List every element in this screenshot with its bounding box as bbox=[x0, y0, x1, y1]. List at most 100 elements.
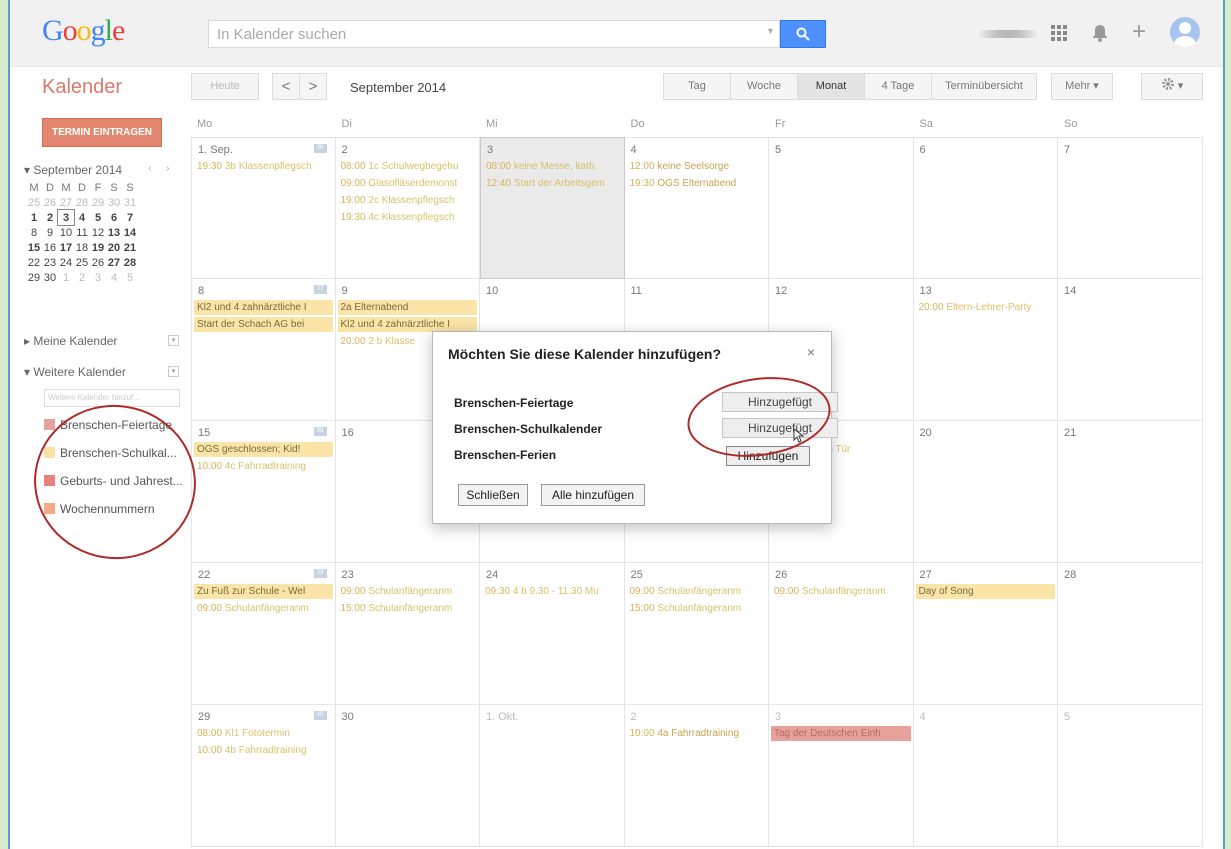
mini-day[interactable]: 30 bbox=[106, 195, 122, 210]
event-chip[interactable]: 09:00 Schulanfängeranm bbox=[338, 584, 478, 599]
event-chip[interactable]: 08:00 keine Messe, kath. bbox=[483, 159, 622, 174]
day-cell[interactable]: 3 08:00 keine Messe, kath. 12:40 Start der… bbox=[480, 137, 625, 279]
view-month-button[interactable]: Monat bbox=[797, 73, 865, 100]
day-cell[interactable]: 5 bbox=[769, 137, 914, 279]
event-chip[interactable]: 19:00 2c Klassenpflegsch bbox=[338, 193, 478, 208]
my-calendars-menu-icon[interactable]: ▾ bbox=[168, 335, 179, 346]
day-cell[interactable]: 28 bbox=[1058, 563, 1203, 705]
mini-day[interactable]: 28 bbox=[74, 195, 90, 210]
day-cell[interactable]: 1. Sep. 36 19:30 3b Klassenpflegsch bbox=[191, 137, 336, 279]
day-cell[interactable]: 22 39 Zu Fuß zur Schule - Wel 09:00 Schulan… bbox=[191, 563, 336, 705]
mini-day[interactable]: 1 bbox=[58, 270, 74, 285]
event-chip[interactable]: 19:30 OGS Elternabend bbox=[627, 176, 767, 191]
event-chip[interactable]: 10:00 4a Fahrradtraining bbox=[627, 726, 767, 741]
mini-day[interactable]: 21 bbox=[122, 240, 138, 255]
prev-month-button[interactable]: < bbox=[272, 73, 300, 100]
close-dialog-button[interactable]: Schließen bbox=[458, 484, 528, 506]
event-chip[interactable]: 08:00 1c Schulwegbegehu bbox=[338, 159, 478, 174]
add-all-button[interactable]: Alle hinzufügen bbox=[541, 484, 645, 506]
mini-day[interactable]: 4 bbox=[74, 210, 90, 225]
mini-day[interactable]: 23 bbox=[42, 255, 58, 270]
mini-day[interactable]: 17 bbox=[58, 240, 74, 255]
mini-day[interactable]: 25 bbox=[74, 255, 90, 270]
event-chip[interactable]: 19:30 3b Klassenpflegsch bbox=[194, 159, 333, 174]
search-dropdown-icon[interactable]: ▾ bbox=[768, 26, 773, 37]
mini-day[interactable]: 28 bbox=[122, 255, 138, 270]
day-cell[interactable]: 7 bbox=[1058, 137, 1203, 279]
other-calendars-menu-icon[interactable]: ▾ bbox=[168, 366, 179, 377]
event-chip[interactable]: 15:00 Schulanfängeranm bbox=[338, 601, 478, 616]
event-chip[interactable]: 20:00 Eltern-Lehrer-Party bbox=[916, 300, 1056, 315]
day-cell[interactable]: 1. Okt. bbox=[480, 705, 625, 847]
mini-day[interactable]: 15 bbox=[26, 240, 42, 255]
event-chip[interactable]: 19:30 4c Klassenpflegsch bbox=[338, 210, 478, 225]
event-chip[interactable]: 15:00 Schulanfängeranm bbox=[627, 601, 767, 616]
search-input[interactable]: In Kalender suchen ▾ bbox=[208, 20, 780, 48]
more-button[interactable]: Mehr ▾ bbox=[1051, 73, 1113, 100]
mini-day[interactable]: 27 bbox=[106, 255, 122, 270]
day-cell[interactable]: 8 37 Kl2 und 4 zahnärztliche I Start der Sc… bbox=[191, 279, 336, 421]
day-cell[interactable]: 14 bbox=[1058, 279, 1203, 421]
day-cell[interactable]: 2 10:00 4a Fahrradtraining bbox=[624, 705, 769, 847]
notifications-bell-icon[interactable] bbox=[1092, 24, 1108, 42]
day-cell[interactable]: 25 09:00 Schulanfängeranm 15:00 Schulanfän… bbox=[624, 563, 769, 705]
event-chip[interactable]: Tag der Deutschen Einh bbox=[771, 726, 911, 741]
mini-calendar-header[interactable]: ▾ September 2014 bbox=[24, 163, 122, 177]
mini-day[interactable]: 22 bbox=[26, 255, 42, 270]
other-calendars-header[interactable]: ▾ Weitere Kalender bbox=[24, 365, 126, 379]
mini-day[interactable]: 27 bbox=[58, 195, 74, 210]
mini-day[interactable]: 19 bbox=[90, 240, 106, 255]
event-chip[interactable]: 08:00 Kl1 Fototermin bbox=[194, 726, 333, 741]
day-cell[interactable]: 24 09:30 4 b 9.30 - 11.30 Mu bbox=[480, 563, 625, 705]
event-chip[interactable]: 09:00 Schulanfängeranm bbox=[627, 584, 767, 599]
mini-day[interactable]: 10 bbox=[58, 225, 74, 240]
view-week-button[interactable]: Woche bbox=[730, 73, 798, 100]
settings-button[interactable]: ▾ bbox=[1141, 73, 1203, 100]
event-chip[interactable]: Zu Fuß zur Schule - Wel bbox=[194, 584, 333, 599]
view-agenda-button[interactable]: Terminübersicht bbox=[931, 73, 1037, 100]
day-cell[interactable]: 29 40 08:00 Kl1 Fototermin 10:00 4b Fahrrad… bbox=[191, 705, 336, 847]
mini-day[interactable]: 30 bbox=[42, 270, 58, 285]
mini-day[interactable]: 24 bbox=[58, 255, 74, 270]
mini-day[interactable]: 14 bbox=[122, 225, 138, 240]
mini-day[interactable]: 3 bbox=[57, 209, 75, 226]
mini-day[interactable]: 25 bbox=[26, 195, 42, 210]
day-cell[interactable]: 2 08:00 1c Schulwegbegehu 09:00 Glasofläse… bbox=[335, 137, 480, 279]
event-chip[interactable]: Start der Schach AG bei bbox=[194, 317, 333, 332]
mini-day[interactable]: 31 bbox=[122, 195, 138, 210]
event-chip[interactable]: 2a Elternabend bbox=[337, 300, 477, 315]
day-cell[interactable]: 27 Day of Song bbox=[913, 563, 1058, 705]
day-cell[interactable]: 20 bbox=[913, 421, 1058, 563]
mini-day[interactable]: 7 bbox=[122, 210, 138, 225]
mini-day[interactable]: 2 bbox=[42, 210, 58, 225]
search-button[interactable] bbox=[780, 20, 826, 48]
event-chip[interactable]: 09:00 Schulanfängeranm bbox=[194, 601, 333, 616]
mini-day[interactable]: 3 bbox=[90, 270, 106, 285]
create-event-button[interactable]: TERMIN EINTRAGEN bbox=[42, 118, 162, 147]
mini-day[interactable]: 12 bbox=[90, 225, 106, 240]
view-day-button[interactable]: Tag bbox=[663, 73, 731, 100]
mini-day[interactable]: 13 bbox=[106, 225, 122, 240]
event-chip[interactable]: OGS geschlossen; Kid! bbox=[194, 442, 333, 457]
mini-day[interactable]: 20 bbox=[106, 240, 122, 255]
share-plus-icon[interactable]: + bbox=[1132, 18, 1146, 46]
mini-day[interactable]: 18 bbox=[74, 240, 90, 255]
event-chip[interactable]: 12:40 Start der Arbeitsgem bbox=[483, 176, 622, 191]
close-icon[interactable]: × bbox=[807, 344, 815, 360]
day-cell[interactable]: 6 bbox=[913, 137, 1058, 279]
mini-day[interactable]: 9 bbox=[42, 225, 58, 240]
next-month-button[interactable]: > bbox=[299, 73, 327, 100]
event-chip[interactable]: 10:00 4c Fahrradtraining bbox=[194, 459, 333, 474]
event-chip[interactable]: 10:00 4b Fahrradtraining bbox=[194, 743, 333, 758]
event-chip[interactable]: 09:30 4 b 9.30 - 11.30 Mu bbox=[482, 584, 622, 599]
mini-day[interactable]: 1 bbox=[26, 210, 42, 225]
mini-calendar-nav[interactable]: ‹ › bbox=[148, 163, 175, 174]
mini-day[interactable]: 11 bbox=[74, 225, 90, 240]
my-calendars-header[interactable]: ▸ Meine Kalender bbox=[24, 334, 117, 348]
day-cell[interactable]: 26 09:00 Schulanfängeranm bbox=[769, 563, 914, 705]
mini-day[interactable]: 8 bbox=[26, 225, 42, 240]
day-cell[interactable]: 3 Tag der Deutschen Einh bbox=[769, 705, 914, 847]
mini-day[interactable]: 2 bbox=[74, 270, 90, 285]
day-cell[interactable]: 23 09:00 Schulanfängeranm 15:00 Schulanfän… bbox=[335, 563, 480, 705]
day-cell[interactable]: 15 38 OGS geschlossen; Kid! 10:00 4c Fahrra… bbox=[191, 421, 336, 563]
